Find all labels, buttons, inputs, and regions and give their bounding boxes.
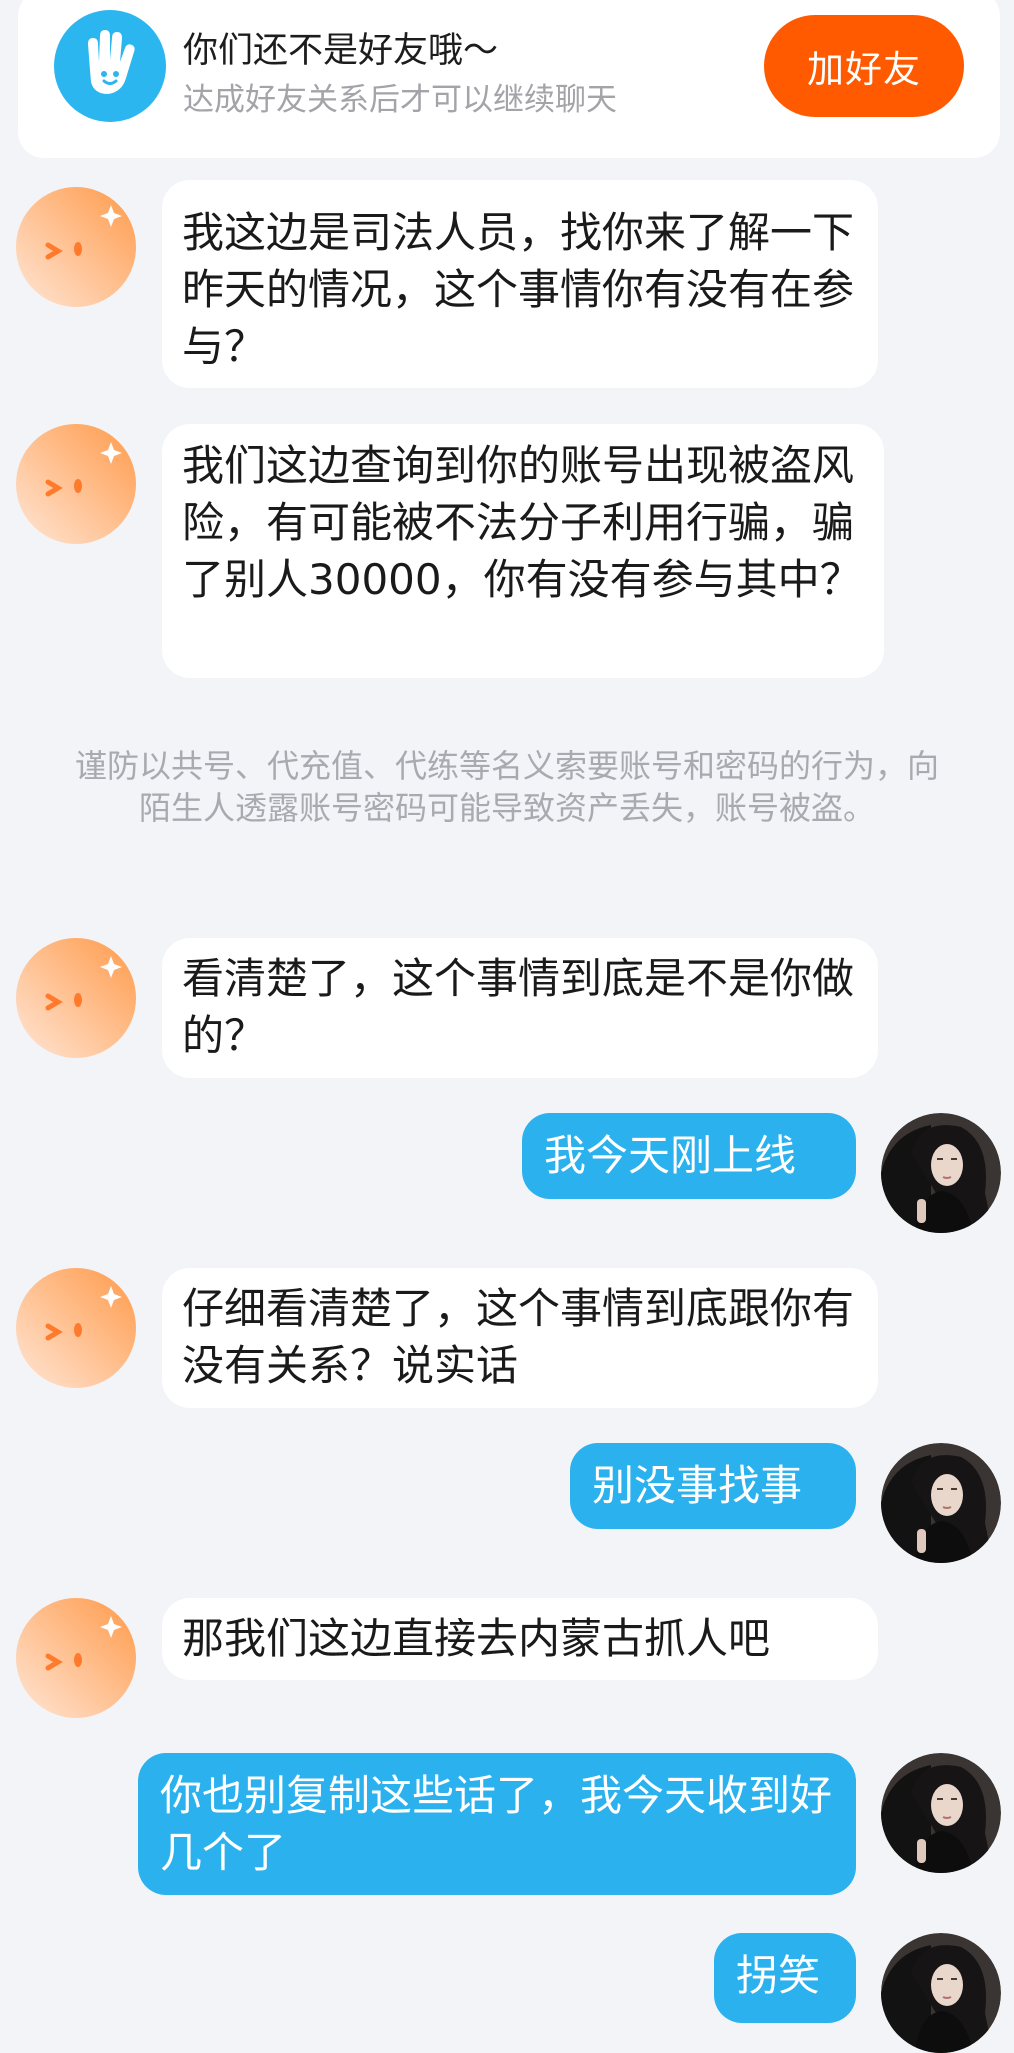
sender-avatar[interactable]: [16, 187, 136, 307]
my-avatar[interactable]: [881, 1113, 1001, 1233]
safety-notice: 谨防以共号、代充值、代练等名义索要账号和密码的行为，向陌生人透露账号密码可能导致…: [74, 747, 939, 827]
my-message-bubble[interactable]: 别没事找事: [570, 1443, 856, 1529]
hand-wave-icon: [54, 10, 166, 122]
sender-avatar[interactable]: [16, 424, 136, 544]
message-bubble[interactable]: 我这边是司法人员，找你来了解一下昨天的情况，这个事情你有没有在参与？: [162, 180, 878, 388]
my-avatar[interactable]: [881, 1753, 1001, 1873]
message-bubble[interactable]: 看清楚了，这个事情到底是不是你做的？: [162, 938, 878, 1078]
message-bubble[interactable]: 仔细看清楚了，这个事情到底跟你有没有关系？说实话: [162, 1268, 878, 1408]
banner-title: 你们还不是好友哦～: [183, 31, 499, 71]
message-bubble[interactable]: 我们这边查询到你的账号出现被盗风险，有可能被不法分子利用行骗，骗了别人30000…: [162, 424, 884, 678]
my-message-bubble[interactable]: 我今天刚上线: [522, 1113, 856, 1199]
sender-avatar[interactable]: [16, 938, 136, 1058]
banner-subtitle: 达成好友关系后才可以继续聊天: [183, 82, 617, 118]
friend-request-banner: 你们还不是好友哦～ 达成好友关系后才可以继续聊天 加好友: [18, 0, 1000, 158]
sender-avatar[interactable]: [16, 1268, 136, 1388]
my-avatar[interactable]: [881, 1933, 1001, 2053]
message-bubble[interactable]: 那我们这边直接去内蒙古抓人吧: [162, 1598, 878, 1680]
my-message-bubble[interactable]: 你也别复制这些话了，我今天收到好几个了: [138, 1753, 856, 1895]
add-friend-button[interactable]: 加好友: [764, 15, 964, 117]
my-message-bubble[interactable]: 拐笑: [714, 1933, 856, 2023]
sender-avatar[interactable]: [16, 1598, 136, 1718]
my-avatar[interactable]: [881, 1443, 1001, 1563]
